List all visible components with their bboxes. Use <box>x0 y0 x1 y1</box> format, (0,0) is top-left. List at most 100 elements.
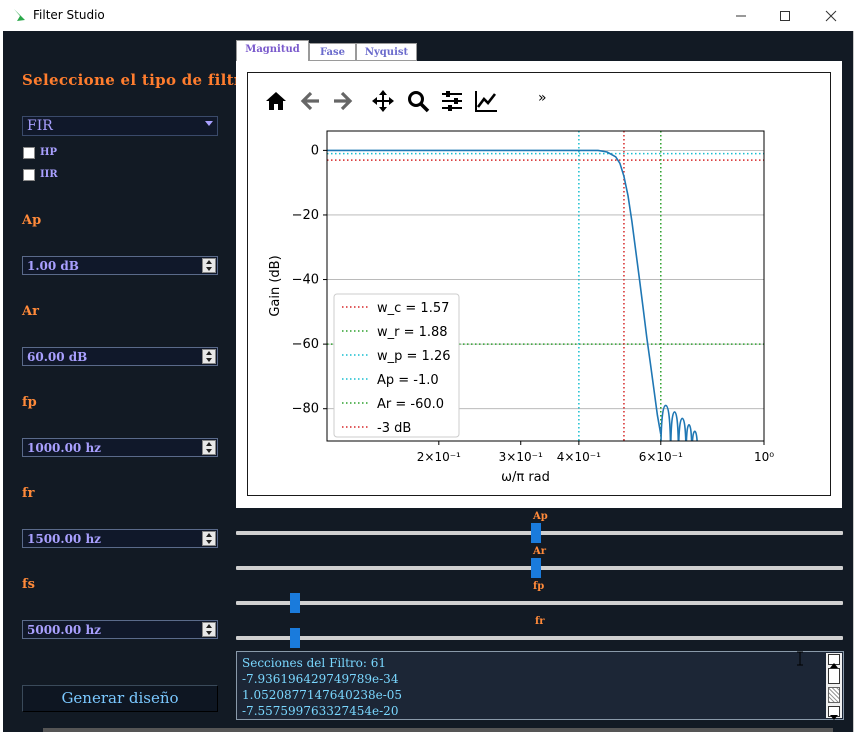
spin-up-icon[interactable] <box>206 533 212 537</box>
pan-icon[interactable] <box>370 88 396 114</box>
legend-label: w_c = 1.57 <box>377 301 449 316</box>
hp-checkbox-label: HP <box>40 147 57 158</box>
fr-stepper[interactable] <box>202 531 216 546</box>
iir-checkbox-label: IIR <box>40 169 58 180</box>
spin-up-icon[interactable] <box>206 260 212 264</box>
spin-down-icon[interactable] <box>206 631 212 635</box>
fp-slider-label: fp <box>533 581 545 592</box>
scroll-thumb[interactable] <box>828 668 840 684</box>
legend-label: w_r = 1.88 <box>377 325 448 340</box>
scroll-up-button[interactable] <box>828 654 840 668</box>
fp-stepper[interactable] <box>202 440 216 455</box>
y-tick-label: −20 <box>292 208 319 223</box>
window-scroll-strip <box>43 728 833 732</box>
generate-design-button[interactable]: Generar diseño <box>22 685 218 712</box>
ap-label: Ap <box>22 213 42 228</box>
chevron-down-icon <box>205 121 213 126</box>
fs-stepper[interactable] <box>202 622 216 637</box>
fp-label: fp <box>22 395 37 410</box>
close-icon <box>825 10 837 21</box>
tab-nyquist[interactable]: Nyquist <box>356 43 417 61</box>
close-button[interactable] <box>808 0 854 31</box>
stopband-ripple <box>685 424 693 441</box>
fr-spinbox[interactable]: 1500.00 hz <box>22 529 218 548</box>
window-title: Filter Studio <box>33 8 105 22</box>
spin-down-icon[interactable] <box>206 540 212 544</box>
x-tick-label: 2×10⁻¹ <box>417 450 461 464</box>
spin-down-icon[interactable] <box>206 358 212 362</box>
ap-slider-handle[interactable] <box>531 523 541 543</box>
y-tick-label: 0 <box>311 143 319 158</box>
title-bar: Filter Studio <box>0 0 860 31</box>
maximize-icon <box>780 10 790 21</box>
x-axis-label: ω/π rad <box>501 470 550 485</box>
y-tick-label: −80 <box>292 402 319 417</box>
fs-label: fs <box>22 577 35 592</box>
spin-down-icon[interactable] <box>206 449 212 453</box>
ar-spinbox[interactable]: 60.00 dB <box>22 347 218 366</box>
ar-stepper[interactable] <box>202 349 216 364</box>
spin-up-icon[interactable] <box>206 624 212 628</box>
legend-label: w_p = 1.26 <box>377 349 451 364</box>
output-scrollbar[interactable] <box>826 653 842 720</box>
spin-down-icon[interactable] <box>206 267 212 271</box>
ap-spinbox[interactable]: 1.00 dB <box>22 256 218 275</box>
y-axis-label: Gain (dB) <box>268 255 283 316</box>
filter-type-heading: Seleccione el tipo de filtro <box>22 71 253 89</box>
chevron-down-icon <box>830 715 838 720</box>
fr-slider-label: fr <box>535 616 545 627</box>
ap-stepper[interactable] <box>202 258 216 273</box>
filter-output-textbox[interactable]: Secciones del Filtro: 61 -7.936196429749… <box>236 651 844 720</box>
stopband-ripple <box>691 430 698 441</box>
x-tick-label: 10⁰ <box>754 450 774 464</box>
y-tick-label: −40 <box>292 273 319 288</box>
fr-label: fr <box>22 486 35 501</box>
scroll-grip[interactable] <box>828 687 840 703</box>
back-icon[interactable] <box>297 88 323 114</box>
x-tick-label: 3×10⁻¹ <box>499 450 543 464</box>
window-edge <box>853 31 860 732</box>
fs-value: 5000.00 hz <box>27 623 101 637</box>
output-line: -7.936196429749789e-34 <box>242 672 399 686</box>
magnitude-chart: 0 −20 −40 −60 −80 2×10⁻¹ 3×10⁻¹ 4×10⁻¹ 6×10⁻¹ 10⁰… <box>268 130 774 485</box>
x-tick-label: 4×10⁻¹ <box>557 450 601 464</box>
hp-checkbox[interactable] <box>23 147 35 159</box>
ar-slider-label: Ar <box>533 546 547 557</box>
x-tick-label: 6×10⁻¹ <box>639 450 683 464</box>
forward-icon[interactable] <box>330 88 356 114</box>
scroll-down-button[interactable] <box>828 706 840 720</box>
spin-up-icon[interactable] <box>206 351 212 355</box>
zoom-icon[interactable] <box>405 88 431 114</box>
fr-slider-handle[interactable] <box>290 628 300 648</box>
minimize-button[interactable] <box>718 0 764 31</box>
ar-value: 60.00 dB <box>27 350 88 364</box>
legend-label: -3 dB <box>377 421 411 436</box>
ap-slider-label: Ap <box>533 511 548 522</box>
edit-axis-icon[interactable] <box>473 88 499 114</box>
maximize-button[interactable] <box>762 0 808 31</box>
fp-slider-handle[interactable] <box>290 593 300 613</box>
fp-spinbox[interactable]: 1000.00 hz <box>22 438 218 457</box>
filter-type-select[interactable]: FIR <box>22 116 218 136</box>
y-tick-label: −60 <box>292 337 319 352</box>
output-line: -7.557599763327454e-20 <box>242 704 399 718</box>
fr-slider-track[interactable] <box>236 636 843 640</box>
legend-label: Ar = -60.0 <box>377 397 444 412</box>
app-icon <box>14 9 25 21</box>
text-cursor-icon <box>797 651 803 666</box>
tab-fase[interactable]: Fase <box>309 43 356 61</box>
home-icon[interactable] <box>263 88 289 114</box>
toolbar-more-icon[interactable]: » <box>538 90 547 106</box>
ap-value: 1.00 dB <box>27 259 79 273</box>
ar-label: Ar <box>22 304 39 319</box>
spin-up-icon[interactable] <box>206 442 212 446</box>
ar-slider-handle[interactable] <box>531 558 541 578</box>
legend-label: Ap = -1.0 <box>377 373 439 388</box>
filter-type-value: FIR <box>27 118 53 134</box>
fp-value: 1000.00 hz <box>27 441 101 455</box>
fp-slider-track[interactable] <box>236 601 843 605</box>
fs-spinbox[interactable]: 5000.00 hz <box>22 620 218 639</box>
configure-icon[interactable] <box>439 88 465 114</box>
iir-checkbox[interactable] <box>23 169 35 181</box>
tab-magnitud[interactable]: Magnitud <box>236 40 309 61</box>
